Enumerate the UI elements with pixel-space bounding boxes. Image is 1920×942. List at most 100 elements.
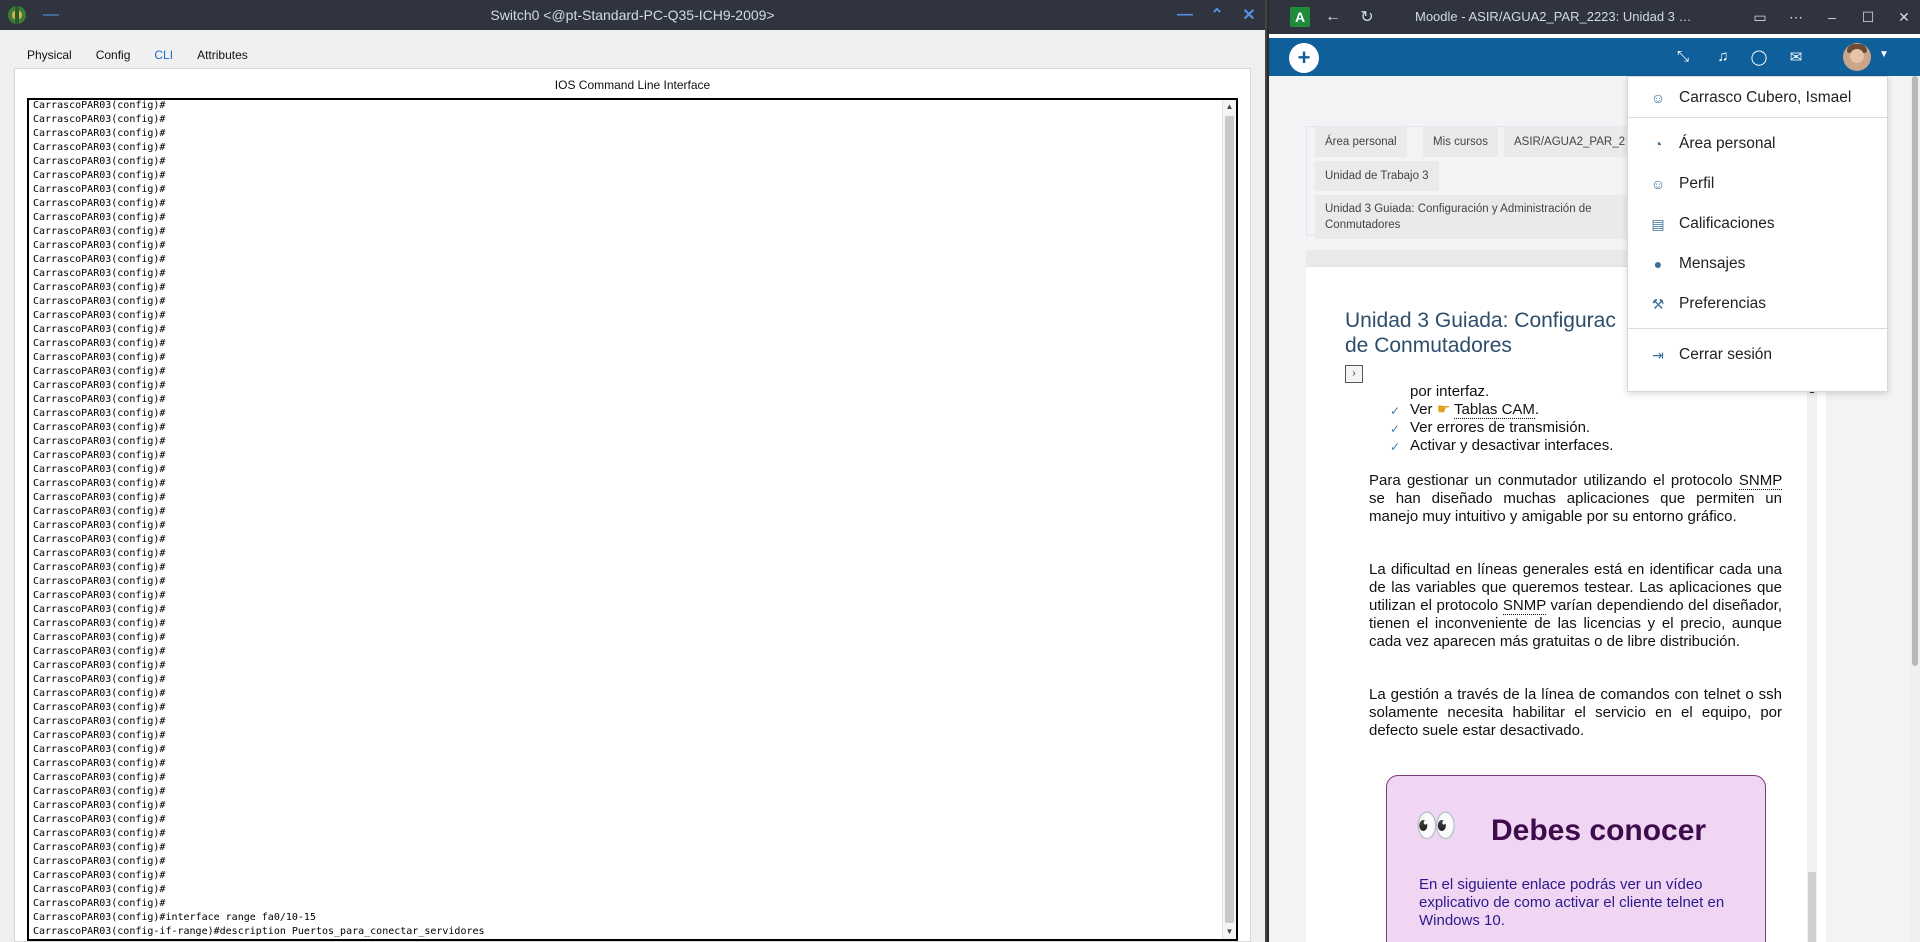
page-title: Unidad 3 Guiada: Configurac de Conmutado… <box>1345 308 1645 358</box>
scroll-up-icon[interactable]: ▲ <box>1223 100 1236 114</box>
cli-line: CarrascoPAR03(config)# <box>33 394 166 405</box>
cli-line: CarrascoPAR03(config)# <box>33 744 166 755</box>
cli-line: CarrascoPAR03(config)# <box>33 142 166 153</box>
menu-item-label: Perfil <box>1679 175 1715 192</box>
collapse-icon[interactable]: ⤡ <box>1674 48 1692 65</box>
list-item-errores-text: Ver errores de transmisión. <box>1410 419 1591 436</box>
cli-scrollbar[interactable]: ▲ ▼ <box>1222 100 1236 939</box>
cli-line: CarrascoPAR03(config)# <box>33 842 166 853</box>
user-avatar[interactable] <box>1843 43 1871 71</box>
wrench-icon: ⚒ <box>1651 295 1665 312</box>
menu-item-mensajes[interactable]: ● Mensajes <box>1628 249 1887 279</box>
cli-line: CarrascoPAR03(config)# <box>33 436 166 447</box>
cli-line: CarrascoPAR03(config)# <box>33 898 166 909</box>
page-scrollbar[interactable] <box>1910 76 1920 942</box>
browser-titlebar: A ← ↻ Moodle - ASIR/AGUA2_PAR_2223: Unid… <box>1269 0 1920 34</box>
user-menu-caret-icon[interactable]: ▼ <box>1879 49 1889 60</box>
menu-divider <box>1628 328 1887 329</box>
snmp-abbr[interactable]: SNMP <box>1502 597 1546 615</box>
cli-line: CarrascoPAR03(config)# <box>33 520 166 531</box>
browser-logo-icon: A <box>1290 7 1310 27</box>
cli-line: CarrascoPAR03(config)# <box>33 310 166 321</box>
inner-scroll-thumb[interactable] <box>1808 872 1816 942</box>
mail-icon[interactable]: ✉ <box>1787 48 1805 66</box>
cli-line: CarrascoPAR03(config)# <box>33 828 166 839</box>
browser-window: A ← ↻ Moodle - ASIR/AGUA2_PAR_2223: Unid… <box>1269 0 1920 942</box>
maximize-icon[interactable]: ☐ <box>1860 9 1876 26</box>
logout-icon: ⇥ <box>1652 346 1664 363</box>
page-scroll-thumb[interactable] <box>1912 76 1918 666</box>
dashboard-icon: ◔ <box>1653 136 1663 152</box>
minimize-left-icon[interactable]: — <box>42 6 60 24</box>
cli-line: CarrascoPAR03(config)# <box>33 688 166 699</box>
breadcrumb: Área personal Mis cursos ASIR/AGUA2_PAR_… <box>1306 126 1670 239</box>
user-name-label: Carrasco Cubero, Ismael <box>1679 89 1852 106</box>
tab-config[interactable]: Config <box>84 44 143 71</box>
snmp-abbr[interactable]: SNMP <box>1738 472 1782 490</box>
page-title-line2: de Conmutadores <box>1345 334 1512 357</box>
toc-toggle-button[interactable]: › <box>1345 365 1363 383</box>
menu-item-label: Preferencias <box>1679 295 1767 312</box>
tab-physical[interactable]: Physical <box>15 44 84 71</box>
cli-line: CarrascoPAR03(config)# <box>33 366 166 377</box>
cli-line: CarrascoPAR03(config)# <box>33 884 166 895</box>
cli-line: CarrascoPAR03(config)# <box>33 212 166 223</box>
packet-tracer-window: — Switch0 <@pt-Standard-PC-Q35-ICH9-2009… <box>0 0 1267 942</box>
scroll-down-icon[interactable]: ▼ <box>1223 925 1236 939</box>
notifications-bell-icon[interactable]: ♫ <box>1714 48 1732 65</box>
back-icon[interactable]: ← <box>1322 8 1344 26</box>
window-title: Switch0 <@pt-Standard-PC-Q35-ICH9-2009> <box>490 7 775 23</box>
cli-line: CarrascoPAR03(config)# <box>33 478 166 489</box>
content-inner-scrollbar[interactable]: ▲ <box>1807 386 1817 942</box>
tablas-cam-link[interactable]: Tablas CAM <box>1454 401 1535 419</box>
menu-item-user-name[interactable]: ☺ Carrasco Cubero, Ismael <box>1628 83 1887 113</box>
eyes-icon: 👀 <box>1415 807 1457 845</box>
maximize-icon[interactable]: ⌃ <box>1209 5 1225 25</box>
list-item-interfaces-text: Activar y desactivar interfaces. <box>1410 437 1614 454</box>
window-titlebar: — Switch0 <@pt-Standard-PC-Q35-ICH9-2009… <box>0 0 1265 30</box>
user-dropdown-menu: ☺ Carrasco Cubero, Ismael ◔ Área persona… <box>1627 76 1888 392</box>
menu-item-cerrar-sesion[interactable]: ⇥ Cerrar sesión <box>1628 340 1887 370</box>
minimize-icon[interactable]: – <box>1824 9 1840 25</box>
device-tabs: Physical Config CLI Attributes <box>15 44 260 71</box>
close-icon[interactable]: ✕ <box>1896 9 1912 26</box>
close-icon[interactable]: ✕ <box>1241 5 1257 25</box>
add-block-button[interactable]: + <box>1289 43 1319 73</box>
cli-line: CarrascoPAR03(config)# <box>33 800 166 811</box>
menu-item-calificaciones[interactable]: ▤ Calificaciones <box>1628 209 1887 239</box>
tab-cli[interactable]: CLI <box>142 44 186 71</box>
cli-line: CarrascoPAR03(config)# <box>33 156 166 167</box>
callout-body: En el siguiente enlace podrás ver un víd… <box>1419 876 1725 929</box>
hand-pointer-icon: ☛ <box>1436 401 1451 418</box>
menu-item-area-personal[interactable]: ◔ Área personal <box>1628 129 1887 159</box>
cli-line: CarrascoPAR03(config)# <box>33 170 166 181</box>
cli-line: CarrascoPAR03(config)# <box>33 534 166 545</box>
list-item-prefix: Ver <box>1410 401 1433 418</box>
breadcrumb-item-area-personal[interactable]: Área personal <box>1315 127 1407 157</box>
chat-icon[interactable]: ◯ <box>1750 48 1768 66</box>
profile-icon: ☺ <box>1650 176 1666 192</box>
reload-icon[interactable]: ↻ <box>1356 7 1378 27</box>
list-continued-text: por interfaz. <box>1410 383 1490 400</box>
breadcrumb-item-unidad[interactable]: Unidad de Trabajo 3 <box>1315 161 1439 191</box>
more-menu-icon[interactable]: ⋯ <box>1788 9 1804 26</box>
menu-item-perfil[interactable]: ☺ Perfil <box>1628 169 1887 199</box>
cli-output[interactable]: CarrascoPAR03(config)# CarrascoPAR03(conf… <box>33 100 1220 939</box>
cast-icon[interactable]: ▭ <box>1752 9 1768 26</box>
cli-terminal[interactable]: CarrascoPAR03(config)# CarrascoPAR03(conf… <box>27 98 1238 941</box>
list-item-interfaces: ✓ Activar y desactivar interfaces. <box>1390 437 1614 455</box>
cli-scroll-thumb[interactable] <box>1225 116 1234 923</box>
cli-line: CarrascoPAR03(config)# <box>33 576 166 587</box>
cli-line: CarrascoPAR03(config)# <box>33 814 166 825</box>
cli-panel: IOS Command Line Interface CarrascoPAR03… <box>14 68 1251 942</box>
packet-tracer-app-icon[interactable] <box>6 4 28 26</box>
breadcrumb-item-mis-cursos[interactable]: Mis cursos <box>1423 127 1498 157</box>
cli-line: CarrascoPAR03(config)# <box>33 184 166 195</box>
device-dialog-body: Physical Config CLI Attributes IOS Comma… <box>0 30 1265 942</box>
cli-heading: IOS Command Line Interface <box>554 78 711 92</box>
minimize-icon[interactable]: — <box>1177 6 1193 24</box>
browser-title: Moodle - ASIR/AGUA2_PAR_2223: Unidad 3 G… <box>1415 9 1700 24</box>
moodle-navbar: + ⤡ ♫ ◯ ✉ ▼ <box>1269 38 1920 76</box>
menu-item-preferencias[interactable]: ⚒ Preferencias <box>1628 289 1887 319</box>
tab-attributes[interactable]: Attributes <box>185 44 260 71</box>
